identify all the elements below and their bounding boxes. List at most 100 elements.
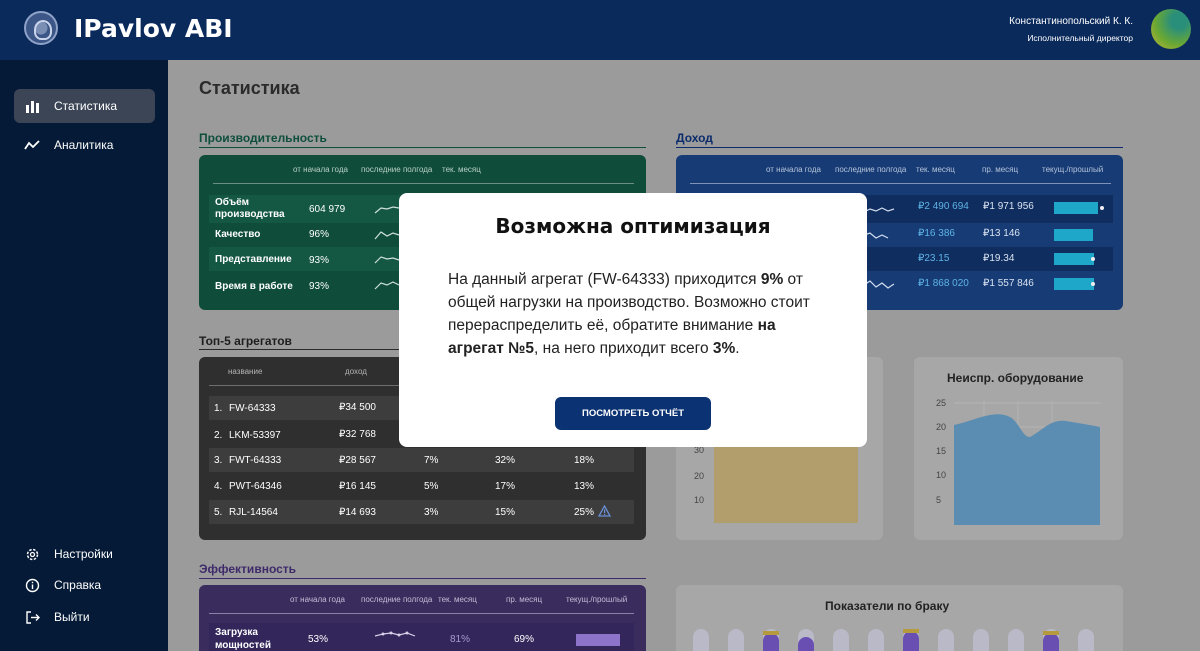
ratio-bar xyxy=(1054,278,1094,290)
unit-load: 15% xyxy=(495,507,516,518)
unit-change: 18% xyxy=(574,455,595,466)
bar-chart-area xyxy=(714,447,858,523)
income-title: Доход xyxy=(676,131,713,145)
sidebar-item-settings[interactable]: Настройки xyxy=(14,537,155,571)
sidebar-item-label: Выйти xyxy=(54,610,90,624)
row-label: Объём xyxy=(215,197,250,208)
sidebar-item-statistics[interactable]: Статистика xyxy=(14,89,155,123)
avatar[interactable] xyxy=(1151,9,1191,49)
defects-card: Показатели по браку xyxy=(676,585,1123,651)
ratio-marker xyxy=(1091,282,1095,286)
card-title: Неиспр. оборудование xyxy=(947,371,1084,385)
y-tick: 10 xyxy=(936,470,947,480)
y-tick: 25 xyxy=(936,398,947,408)
col-header: последние полгода xyxy=(361,595,433,604)
productivity-divider xyxy=(199,147,646,148)
row-value: 604 979 xyxy=(309,204,346,215)
unit-change: 25% xyxy=(574,507,595,518)
rank: 3. xyxy=(214,455,223,466)
user-name[interactable]: Константинопольский К. К. xyxy=(1009,16,1133,27)
ratio-bar xyxy=(1054,253,1094,265)
message-part: . xyxy=(735,340,740,357)
row-label: Загрузка xyxy=(215,627,258,638)
row-label: производства xyxy=(215,209,285,220)
row-value: ₽19.34 xyxy=(983,253,1015,264)
unit-change: 13% xyxy=(574,481,595,492)
info-icon xyxy=(24,577,40,593)
brand-logo xyxy=(24,11,58,45)
user-role: Исполнительный директор xyxy=(1027,33,1133,43)
efficiency-title: Эффективность xyxy=(199,562,297,576)
ratio-marker xyxy=(1091,257,1095,261)
unit-load: 32% xyxy=(495,455,516,466)
unit-income: ₽14 693 xyxy=(339,507,376,518)
sidebar-item-help[interactable]: Справка xyxy=(14,568,155,602)
area-chart xyxy=(954,401,1100,525)
row-value: 93% xyxy=(309,255,330,266)
col-header: от начала года xyxy=(766,165,821,174)
unit-name: RJL-14564 xyxy=(229,507,278,518)
defects-chart xyxy=(693,629,1094,651)
ratio-bar xyxy=(576,634,620,646)
view-report-button[interactable]: ПОСМОТРЕТЬ ОТЧЁТ xyxy=(555,397,711,430)
rank: 4. xyxy=(214,481,223,492)
unit-name: FWT-64333 xyxy=(229,455,282,466)
col-header: последние полгода xyxy=(835,165,907,174)
col-header: от начала года xyxy=(293,165,348,174)
unit-share: 3% xyxy=(424,507,439,518)
card-title: Показатели по браку xyxy=(825,599,950,613)
productivity-title: Производительность xyxy=(199,131,327,145)
top5-title: Топ-5 агрегатов xyxy=(199,334,292,348)
col-header: тек. месяц xyxy=(438,595,477,604)
row-label: Время в работе xyxy=(215,281,293,292)
sidebar-item-logout[interactable]: Выйти xyxy=(14,600,155,634)
y-tick: 5 xyxy=(936,495,942,505)
header-rule xyxy=(213,183,634,184)
ratio-marker xyxy=(1100,206,1104,210)
unit-share: 5% xyxy=(424,481,439,492)
message-highlight: 9% xyxy=(760,271,784,288)
table-row xyxy=(209,623,634,651)
row-value: ₽1 971 956 xyxy=(983,201,1034,212)
y-tick: 15 xyxy=(936,446,947,456)
y-tick: 20 xyxy=(936,422,947,432)
sidebar-item-label: Аналитика xyxy=(54,138,114,152)
rank: 5. xyxy=(214,507,223,518)
trend-line-icon xyxy=(24,137,40,153)
unit-income: ₽16 145 xyxy=(339,481,376,492)
sidebar: Статистика Аналитика Настройки Справка В… xyxy=(0,60,168,651)
col-header: последние полгода xyxy=(361,165,433,174)
row-label: Представление xyxy=(215,254,292,265)
col-header: доход xyxy=(345,367,367,376)
row-value: ₽2 490 694 xyxy=(918,201,969,212)
row-value: 53% xyxy=(308,634,329,645)
row-value: 81% xyxy=(450,634,471,645)
row-value: ₽1 868 020 xyxy=(918,278,969,289)
y-tick: 20 xyxy=(694,471,705,481)
modal-message: На данный агрегат (FW-64333) приходится … xyxy=(448,268,828,360)
row-value: ₽13 146 xyxy=(983,228,1020,239)
efficiency-panel: от начала года последние полгода тек. ме… xyxy=(199,585,646,651)
sparklines xyxy=(863,207,895,289)
sidebar-item-label: Настройки xyxy=(54,547,113,561)
gear-icon xyxy=(24,546,40,562)
row-value: ₽23.15 xyxy=(918,253,950,264)
unit-share: 7% xyxy=(424,455,439,466)
col-header: текущ./прошлый xyxy=(1042,165,1104,174)
app-header: IPavlov ABI Константинопольский К. К. Ис… xyxy=(0,0,1200,60)
modal-title: Возможна оптимизация xyxy=(495,214,771,238)
sidebar-item-analytics[interactable]: Аналитика xyxy=(14,128,155,162)
unit-name: PWT-64346 xyxy=(229,481,282,492)
header-rule xyxy=(690,183,1111,184)
brand-name: IPavlov ABI xyxy=(74,14,233,43)
page-title: Статистика xyxy=(199,78,300,98)
message-highlight: 3% xyxy=(712,340,736,357)
warning-icon[interactable] xyxy=(598,505,611,517)
col-header: пр. месяц xyxy=(982,165,1019,174)
unit-name: LKM-53397 xyxy=(229,430,281,441)
message-part: На данный агрегат (FW-64333) приходится xyxy=(448,271,761,288)
sparkline xyxy=(374,631,416,637)
ratio-bar xyxy=(1054,202,1098,214)
income-divider xyxy=(676,147,1123,148)
unit-income: ₽28 567 xyxy=(339,455,376,466)
